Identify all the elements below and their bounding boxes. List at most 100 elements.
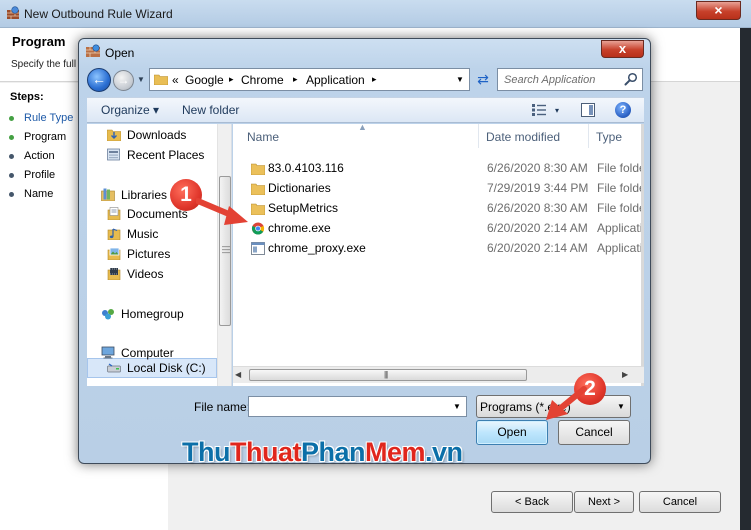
nav-item-recent-places[interactable]: Recent Places: [107, 146, 204, 164]
step-label: Action: [24, 150, 55, 162]
chrome-icon: [251, 222, 265, 235]
step-profile[interactable]: Profile: [9, 167, 55, 183]
file-list-vertical-scrollbar[interactable]: [641, 124, 644, 386]
nav-item-local-disk[interactable]: Local Disk (C:): [107, 359, 206, 377]
file-type: File folder: [597, 201, 644, 215]
file-row-chrome-proxy-exe[interactable]: chrome_proxy.exe 6/20/2020 2:14 AM Appli…: [233, 239, 644, 259]
breadcrumb-overflow[interactable]: «: [172, 73, 179, 87]
nav-item-libraries[interactable]: Libraries: [101, 186, 167, 204]
scroll-grip-icon: — — —: [222, 242, 230, 257]
next-button[interactable]: Next >: [574, 491, 634, 513]
step-todo-icon: [9, 191, 14, 197]
scroll-grip-icon: |||: [384, 370, 388, 379]
nav-scrollbar[interactable]: — — —: [217, 124, 231, 386]
back-button[interactable]: < Back: [491, 491, 573, 513]
file-row-83-0-4103-116[interactable]: 83.0.4103.116 6/26/2020 8:30 AM File fol…: [233, 159, 644, 179]
file-name-dropdown-icon[interactable]: ▼: [453, 402, 461, 411]
nav-item-downloads[interactable]: Downloads: [107, 126, 186, 144]
documents-icon: [107, 207, 121, 220]
column-header-name[interactable]: Name: [247, 130, 279, 144]
column-header-type[interactable]: Type: [596, 130, 622, 144]
back-arrow-icon[interactable]: ←: [87, 68, 111, 92]
folder-icon: [251, 183, 265, 195]
wizard-title: New Outbound Rule Wizard: [24, 7, 173, 21]
scroll-left-icon[interactable]: ◀: [235, 370, 241, 379]
step-name[interactable]: Name: [9, 186, 53, 202]
wizard-page-subtitle: Specify the full p: [11, 59, 85, 70]
file-date: 6/20/2020 2:14 AM: [487, 221, 588, 235]
scroll-right-icon[interactable]: ▶: [622, 370, 628, 379]
arrow-2-icon: [546, 386, 587, 420]
step-todo-icon: [9, 172, 14, 178]
nav-item-music[interactable]: Music: [107, 225, 158, 243]
folder-icon: [251, 203, 265, 215]
refresh-icon[interactable]: ⇄: [472, 68, 494, 91]
column-divider[interactable]: [478, 124, 479, 148]
file-type: Application: [597, 241, 644, 255]
file-row-dictionaries[interactable]: Dictionaries 7/29/2019 3:44 PM File fold…: [233, 179, 644, 199]
file-name: Dictionaries: [268, 181, 331, 195]
nav-item-label: Downloads: [127, 128, 187, 142]
breadcrumb-chrome[interactable]: Chrome: [241, 73, 284, 87]
wizard-cancel-button[interactable]: Cancel: [639, 491, 721, 513]
step-program[interactable]: Program: [9, 129, 66, 145]
nav-item-label: Computer: [121, 346, 174, 360]
arrow-1-icon: [196, 198, 248, 225]
local-disk-icon: [107, 363, 121, 373]
file-name: 83.0.4103.116: [268, 161, 344, 175]
nav-item-pictures[interactable]: Pictures: [107, 245, 170, 263]
views-icon[interactable]: [532, 104, 546, 116]
help-icon[interactable]: ?: [615, 102, 631, 118]
breadcrumb-separator[interactable]: ▸: [372, 74, 377, 85]
horizontal-scrollbar-thumb[interactable]: |||: [249, 369, 527, 381]
file-list: ▲ Name Date modified Type 83.0.4103.116 …: [233, 124, 644, 386]
search-box[interactable]: [497, 68, 643, 91]
open-button[interactable]: Open: [476, 420, 548, 445]
file-row-setupmetrics[interactable]: SetupMetrics 6/26/2020 8:30 AM File fold…: [233, 199, 644, 219]
address-bar[interactable]: « Google ▸ Chrome ▸ Application ▸ ▼: [149, 68, 470, 91]
homegroup-icon: [102, 309, 114, 320]
step-label: Name: [24, 188, 54, 200]
step-rule-type[interactable]: Rule Type: [9, 110, 73, 126]
step-action[interactable]: Action: [9, 148, 55, 164]
nav-item-homegroup[interactable]: Homegroup: [101, 305, 184, 323]
views-dropdown-icon[interactable]: ▾: [555, 106, 559, 115]
address-dropdown-icon[interactable]: ▼: [456, 75, 464, 84]
breadcrumb-google[interactable]: Google: [185, 73, 224, 87]
file-row-chrome-exe[interactable]: chrome.exe 6/20/2020 2:14 AM Application: [233, 219, 644, 239]
nav-item-videos[interactable]: Videos: [107, 265, 163, 283]
search-input[interactable]: [502, 72, 620, 88]
watermark-part: Thuat: [229, 437, 302, 467]
watermark-part: Phan: [300, 437, 366, 467]
breadcrumb-separator[interactable]: ▸: [229, 74, 234, 85]
sort-ascending-icon: ▲: [358, 124, 367, 132]
preview-pane-icon[interactable]: [581, 103, 595, 117]
forward-arrow-icon[interactable]: →: [113, 70, 134, 91]
file-type: File folder: [597, 181, 644, 195]
search-icon[interactable]: [624, 72, 638, 86]
column-divider[interactable]: [588, 124, 589, 148]
column-header-date[interactable]: Date modified: [486, 130, 560, 144]
new-folder-button[interactable]: New folder: [182, 103, 239, 117]
wizard-close-button[interactable]: ×: [696, 1, 741, 20]
pictures-icon: [107, 247, 121, 260]
nav-item-label: Recent Places: [127, 148, 205, 162]
nav-item-label: Local Disk (C:): [127, 361, 206, 375]
nav-item-label: Videos: [127, 267, 164, 281]
step-label: Rule Type: [24, 112, 74, 124]
file-date: 6/20/2020 2:14 AM: [487, 241, 588, 255]
recent-locations-dropdown-icon[interactable]: ▼: [137, 75, 145, 84]
file-name-field[interactable]: ▼: [248, 396, 467, 417]
file-name: chrome.exe: [268, 221, 331, 235]
file-date: 6/26/2020 8:30 AM: [487, 201, 588, 215]
libraries-icon: [101, 188, 115, 201]
breadcrumb-separator[interactable]: ▸: [293, 74, 298, 85]
file-type-dropdown-icon[interactable]: ▼: [617, 402, 625, 411]
step-todo-icon: [9, 153, 14, 159]
step-current-icon: [9, 134, 14, 140]
organize-button[interactable]: Organize ▾: [101, 103, 159, 117]
step-label: Profile: [24, 169, 56, 181]
computer-icon: [101, 346, 115, 359]
breadcrumb-application[interactable]: Application: [306, 73, 365, 87]
dialog-close-button[interactable]: x: [601, 40, 644, 58]
